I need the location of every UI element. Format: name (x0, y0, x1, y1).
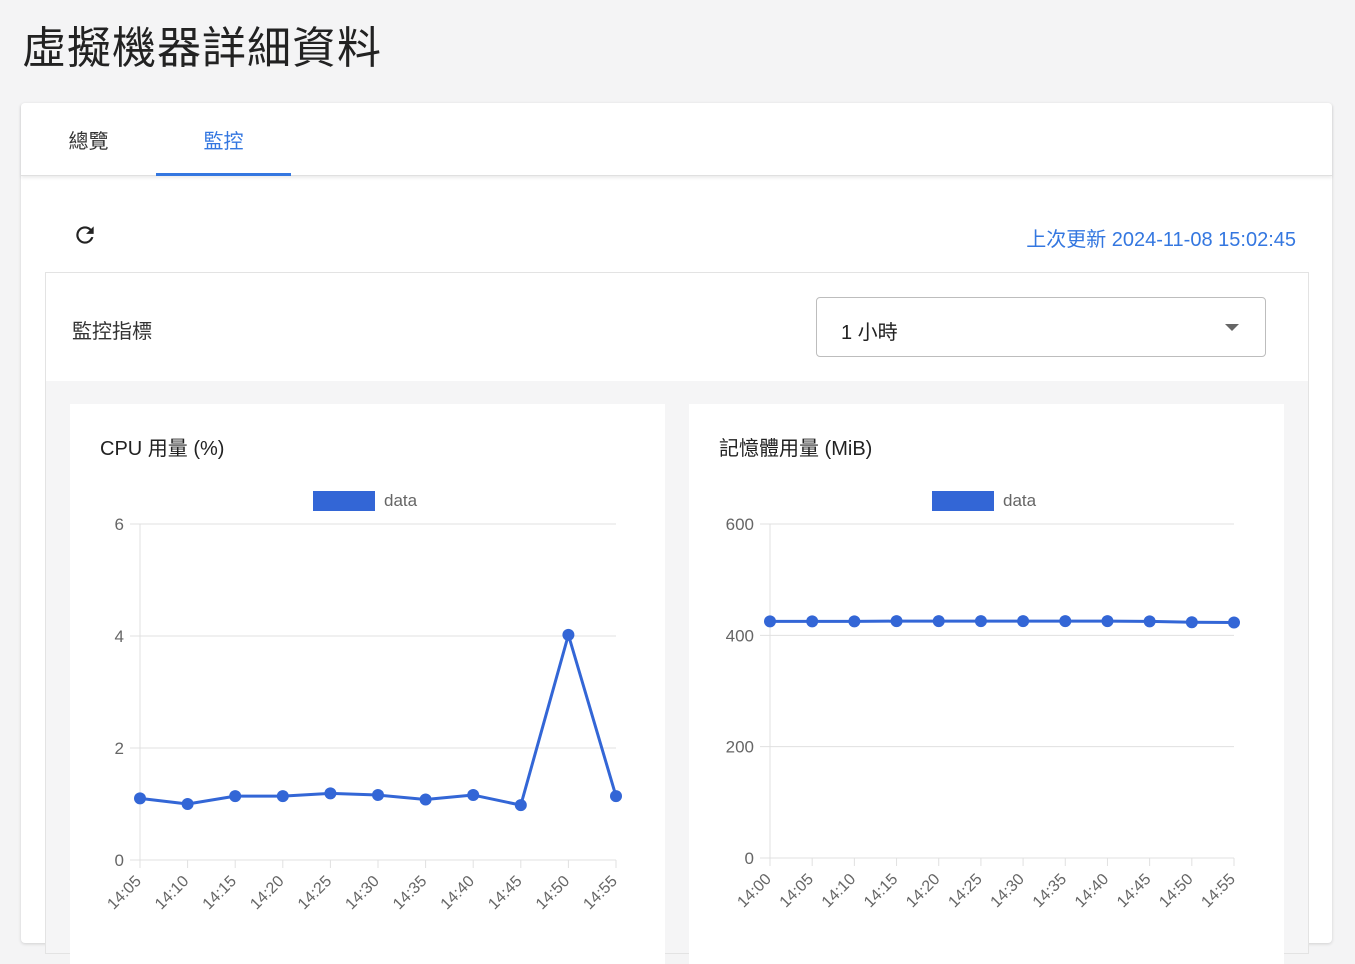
x-tick-label: 14:30 (342, 873, 382, 913)
x-tick-label: 14:15 (861, 871, 901, 911)
x-tick-label: 14:50 (533, 873, 573, 913)
memory-chart-card: 記憶體用量 (MiB) data 0 200 400 600 14:00 14:05 14:1… (689, 404, 1284, 964)
last-update-timestamp: 2024-11-08 15:02:45 (1111, 229, 1296, 251)
data-point (1143, 615, 1156, 628)
data-point (134, 792, 146, 805)
chevron-down-icon (1225, 324, 1239, 331)
data-point (932, 615, 945, 628)
legend-label: data (384, 491, 418, 510)
x-tick-label: 14:05 (104, 873, 144, 913)
data-point (610, 790, 622, 803)
memory-usage-chart: data020040060014:00 14:05 14:10 14:15 14:20 1… (726, 491, 1240, 911)
x-tick-label: 14:30 (988, 871, 1028, 911)
x-tick-label: 14:25 (295, 873, 335, 913)
metrics-panel: 監控指標 1 小時 CPU 用量 (%) data 0 2 4 6 14:05 14:10 1… (45, 272, 1309, 964)
x-tick-label: 14:55 (580, 873, 620, 913)
y-tick-label: 0 (745, 849, 754, 868)
data-point (181, 798, 194, 810)
data-point (1185, 616, 1198, 629)
metrics-label: 監控指標 (72, 321, 152, 343)
data-point (467, 789, 480, 802)
x-tick-label: 14:40 (1072, 871, 1112, 911)
y-tick-label: 4 (115, 627, 124, 646)
x-tick-label: 14:45 (485, 873, 525, 913)
y-tick-label: 6 (115, 515, 124, 534)
data-point (562, 628, 575, 641)
refresh-icon (76, 226, 94, 244)
metrics-header: 監控指標 1 小時 (46, 273, 1308, 381)
x-tick-label: 14:10 (152, 873, 192, 913)
data-point (514, 799, 527, 812)
data-point (806, 615, 819, 628)
refresh-button[interactable] (65, 215, 105, 255)
data-point (1059, 615, 1072, 628)
data-point (974, 615, 987, 628)
data-point (764, 615, 776, 628)
last-update: 上次更新 2024-11-08 15:02:45 (1026, 223, 1296, 252)
x-tick-label: 14:25 (945, 871, 985, 911)
legend-label: data (1003, 491, 1037, 510)
legend: data (932, 491, 1037, 511)
x-tick-label: 14:55 (1198, 871, 1238, 911)
y-tick-label: 200 (726, 738, 754, 757)
detail-card: 總覽 監控 上次更新 2024-11-08 15:02:45 監控指標 1 小時… (21, 103, 1332, 964)
x-tick-label: 14:00 (734, 871, 774, 911)
x-tick-label: 14:35 (390, 873, 430, 913)
page-title: 虛擬機器詳細資料 (22, 24, 382, 73)
series-line (770, 619, 1235, 625)
data-point (848, 615, 861, 628)
tab-bar: 總覽 監控 (21, 103, 1332, 176)
time-range-value: 1 小時 (841, 322, 898, 344)
legend: data (313, 491, 418, 511)
x-tick-label: 14:40 (438, 873, 478, 913)
x-tick-label: 14:15 (200, 873, 240, 913)
data-point (890, 615, 903, 628)
y-tick-label: 400 (726, 626, 754, 645)
data-point (1228, 616, 1240, 629)
data-point (419, 793, 432, 806)
series-line (139, 633, 618, 807)
tab-monitoring[interactable]: 監控 (156, 103, 291, 176)
x-tick-label: 14:10 (819, 871, 859, 911)
legend-swatch (313, 491, 375, 511)
time-range-select[interactable]: 1 小時 (816, 297, 1266, 357)
y-tick-label: 600 (726, 515, 754, 534)
data-point (324, 787, 337, 800)
data-point (372, 789, 384, 802)
cpu-chart-card: CPU 用量 (%) data 0 2 4 6 14:05 14:10 14:15 14:20 1… (70, 404, 665, 964)
data-point (276, 790, 289, 803)
data-point (1017, 615, 1030, 628)
tab-overview[interactable]: 總覽 (21, 103, 156, 175)
x-tick-label: 14:05 (777, 871, 817, 911)
x-tick-label: 14:20 (903, 871, 943, 911)
cpu-usage-chart: data024614:05 14:10 14:15 14:20 14:25 14:30 14… (104, 491, 622, 913)
data-point (229, 790, 242, 803)
x-tick-label: 14:50 (1156, 871, 1196, 911)
y-tick-label: 0 (115, 851, 124, 870)
x-tick-label: 14:20 (247, 873, 287, 913)
x-tick-label: 14:45 (1114, 871, 1154, 911)
x-tick-label: 14:35 (1030, 871, 1070, 911)
last-update-label: 上次更新 (1026, 229, 1107, 251)
legend-swatch (932, 491, 994, 511)
data-point (1101, 615, 1114, 628)
y-tick-label: 2 (115, 739, 124, 758)
